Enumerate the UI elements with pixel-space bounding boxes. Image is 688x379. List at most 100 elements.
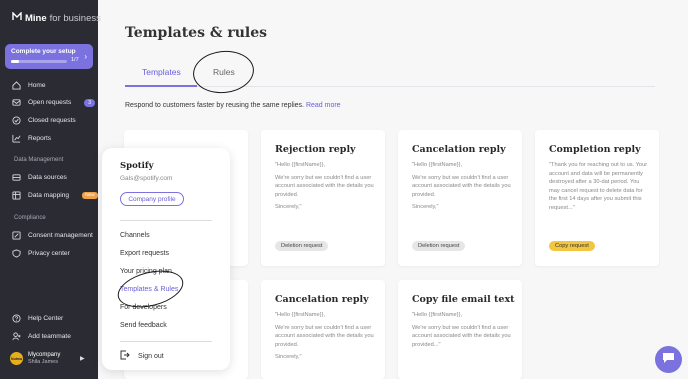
- card-body: We're sorry but we couldn't find a user …: [412, 324, 511, 348]
- shield-icon: [12, 249, 21, 258]
- menu-item-send-feedback[interactable]: Send feedback: [120, 322, 167, 329]
- check-circle-icon: [12, 116, 21, 125]
- sidebar-item-add-teammate[interactable]: Add teammate: [12, 332, 71, 341]
- hand-drawn-circle-annotation: [190, 47, 257, 97]
- section-title-compliance: Compliance: [14, 215, 46, 221]
- account-switcher[interactable]: Nutma Mycompany Shila James: [10, 352, 60, 365]
- sidebar-item-consent-management[interactable]: Consent management: [12, 231, 93, 240]
- chat-launcher-button[interactable]: [655, 346, 682, 373]
- sidebar-item-data-mapping[interactable]: Data mapping New: [12, 191, 98, 200]
- menu-item-channels[interactable]: Channels: [120, 232, 150, 239]
- sidebar-item-label: Add teammate: [28, 333, 71, 340]
- setup-progress-label: 1/7: [71, 57, 79, 63]
- new-badge: New: [82, 192, 98, 199]
- card-preview: "Hello {{firstName}}, We're sorry but we…: [412, 161, 512, 212]
- home-icon: [12, 81, 21, 90]
- user-name: Shila James: [28, 359, 58, 365]
- template-card[interactable]: Copy file email text "Hello {{firstName}…: [398, 280, 522, 379]
- menu-divider: [120, 220, 212, 221]
- card-closing: Sincerely,": [275, 204, 302, 211]
- brand-logo[interactable]: Mine for business: [12, 11, 101, 24]
- section-title-data-management: Data Management: [14, 157, 64, 163]
- card-preview: "Hello {{firstName}}, We're sorry but we…: [275, 161, 375, 212]
- card-title: Completion reply: [549, 144, 641, 155]
- template-card[interactable]: Cancelation reply "Hello {{firstName}}, …: [261, 280, 385, 379]
- menu-item-export-requests[interactable]: Export requests: [120, 250, 169, 257]
- sidebar-item-label: Privacy center: [28, 250, 70, 257]
- card-closing: Sincerely,": [275, 354, 302, 361]
- sidebar-item-label: Reports: [28, 135, 52, 142]
- sidebar-item-open-requests[interactable]: Open requests 3: [12, 98, 96, 107]
- chat-icon: [662, 351, 675, 369]
- consent-icon: [12, 231, 21, 240]
- setup-progress-card[interactable]: Complete your setup 1/7 ›: [5, 44, 93, 69]
- card-title: Rejection reply: [275, 144, 356, 155]
- tab-templates[interactable]: Templates: [142, 67, 181, 77]
- card-preview: "Thank you for reaching out to us. Your …: [549, 161, 649, 213]
- page-description: Respond to customers faster by reusing t…: [125, 102, 341, 109]
- sidebar-item-data-sources[interactable]: Data sources: [12, 173, 67, 182]
- menu-company-name: Spotify: [120, 161, 154, 171]
- request-type-tag: Deletion request: [275, 241, 329, 251]
- card-greeting: "Hello {{firstName}},: [412, 312, 463, 318]
- card-body: "Thank you for reaching out to us. Your …: [549, 162, 648, 211]
- chevron-right-icon: ›: [84, 52, 87, 61]
- read-more-link[interactable]: Read more: [306, 102, 341, 109]
- account-dropdown-menu: Spotify Gals@spotify.com Company profile…: [102, 148, 230, 370]
- sidebar-item-label: Open requests: [28, 99, 72, 106]
- card-closing: Sincerely,": [412, 204, 439, 211]
- card-body: We're sorry but we couldn't find a user …: [412, 174, 511, 198]
- chart-icon: [12, 134, 21, 143]
- template-card[interactable]: Completion reply "Thank you for reaching…: [535, 130, 659, 266]
- active-tab-indicator: [125, 85, 197, 87]
- menu-divider: [120, 341, 212, 342]
- sign-out-button[interactable]: Sign out: [120, 350, 164, 362]
- card-title: Copy file email text: [412, 294, 515, 305]
- request-type-tag: Copy request: [549, 241, 595, 251]
- setup-progress-bar: [11, 60, 67, 63]
- description-text: Respond to customers faster by reusing t…: [125, 102, 304, 109]
- open-requests-count-badge: 3: [84, 98, 96, 107]
- sidebar-item-label: Data mapping: [28, 192, 70, 199]
- sign-out-label: Sign out: [138, 352, 164, 360]
- caret-right-icon[interactable]: ▶: [80, 355, 85, 362]
- sidebar-item-help-center[interactable]: Help Center: [12, 314, 63, 323]
- sidebar-item-label: Closed requests: [28, 117, 76, 124]
- sidebar-item-label: Help Center: [28, 315, 64, 322]
- menu-email: Gals@spotify.com: [120, 175, 173, 182]
- sidebar-item-reports[interactable]: Reports: [12, 134, 51, 143]
- setup-progress-fill: [11, 60, 19, 63]
- company-name: Mycompany: [28, 352, 61, 358]
- database-icon: [12, 173, 21, 182]
- card-body: We're sorry but we couldn't find a user …: [275, 174, 374, 198]
- card-greeting: "Hello {{firstName}},: [275, 162, 326, 168]
- logo-icon: [12, 11, 22, 24]
- sidebar-item-label: Home: [28, 82, 46, 89]
- request-type-tag: Deletion request: [412, 241, 466, 251]
- map-icon: [12, 191, 21, 200]
- card-body: We're sorry but we couldn't find a user …: [275, 324, 374, 348]
- page-title: Templates & rules: [125, 25, 268, 41]
- template-card[interactable]: Cancelation reply "Hello {{firstName}}, …: [398, 130, 522, 266]
- card-preview: "Hello {{firstName}}, We're sorry but we…: [412, 311, 512, 349]
- template-card[interactable]: Rejection reply "Hello {{firstName}}, We…: [261, 130, 385, 266]
- sidebar-item-home[interactable]: Home: [12, 81, 46, 90]
- sidebar-item-label: Data sources: [28, 174, 67, 181]
- help-icon: [12, 314, 21, 323]
- sidebar: Mine for business Complete your setup 1/…: [0, 0, 101, 379]
- card-greeting: "Hello {{firstName}},: [275, 312, 326, 318]
- sign-out-icon: [120, 350, 130, 362]
- brand-subtitle: for business: [49, 12, 101, 24]
- sidebar-item-privacy-center[interactable]: Privacy center: [12, 249, 70, 258]
- card-title: Cancelation reply: [275, 294, 369, 305]
- company-profile-button[interactable]: Company profile: [120, 192, 184, 206]
- card-greeting: "Hello {{firstName}},: [412, 162, 463, 168]
- card-title: Cancelation reply: [412, 144, 506, 155]
- sidebar-item-closed-requests[interactable]: Closed requests: [12, 116, 76, 125]
- card-preview: "Hello {{firstName}}, We're sorry but we…: [275, 311, 375, 362]
- sidebar-item-label: Consent management: [28, 232, 93, 239]
- add-user-icon: [12, 332, 21, 341]
- company-logo: Nutma: [10, 352, 23, 365]
- brand-name: Mine: [25, 12, 47, 24]
- setup-title: Complete your setup: [11, 48, 76, 55]
